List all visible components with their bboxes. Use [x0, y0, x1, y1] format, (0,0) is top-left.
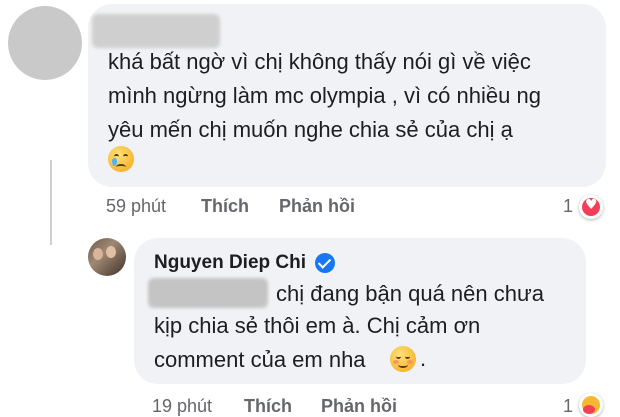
reply-timestamp[interactable]: 19 phút	[152, 396, 212, 417]
reaction-count[interactable]: 1	[563, 396, 573, 417]
comment-timestamp[interactable]: 59 phút	[106, 196, 166, 217]
author-avatar[interactable]	[88, 238, 126, 276]
comment-text-line: yêu mến chị muốn nghe chia sẻ của chị ạ	[108, 117, 513, 142]
reply-text-line: kịp chia sẻ thôi em à. Chị cảm ơn	[154, 313, 481, 338]
comment-text-line: khá bất ngờ vì chị không thấy nói gì về …	[108, 49, 531, 74]
commenter-name-blurred[interactable]	[92, 14, 220, 48]
comment-text-line: mình ngừng làm mc olympia , vì có nhiều …	[108, 83, 541, 108]
reply-thread-line	[50, 160, 52, 245]
heart-reaction-icon[interactable]	[579, 195, 603, 219]
period: .	[420, 346, 427, 371]
reaction-count[interactable]: 1	[563, 196, 573, 217]
like-button[interactable]: Thích	[201, 196, 249, 217]
reply-button[interactable]: Phản hồi	[279, 196, 355, 217]
like-button[interactable]: Thích	[244, 396, 292, 417]
reply-text-line: comment của em nha	[154, 347, 366, 372]
care-reaction-icon[interactable]	[579, 393, 603, 417]
author-name[interactable]: Nguyen Diep Chi	[154, 252, 306, 274]
commenter-avatar-blurred[interactable]	[8, 6, 82, 80]
verified-badge-icon	[315, 253, 335, 273]
reply-text-line: chị đang bận quá nên chưa	[276, 281, 544, 306]
crying-face-emoji-icon	[108, 146, 134, 172]
smiling-face-emoji-icon	[390, 346, 416, 372]
mention-blurred[interactable]	[148, 278, 268, 308]
reply-button[interactable]: Phản hồi	[321, 396, 397, 417]
